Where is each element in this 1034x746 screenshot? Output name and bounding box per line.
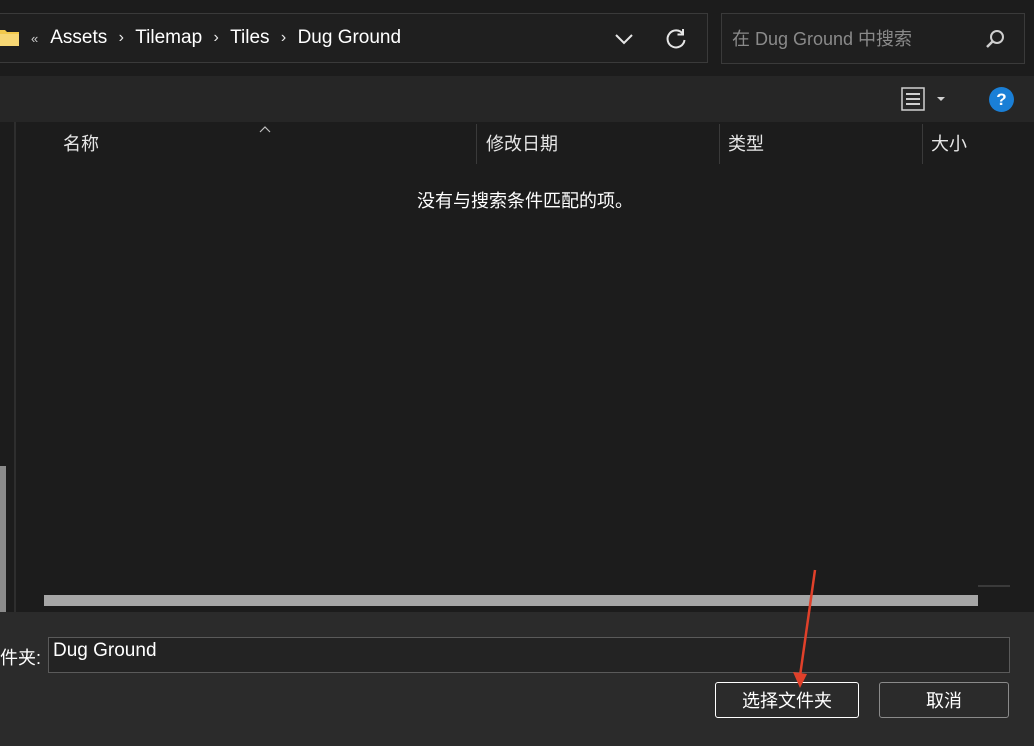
breadcrumb-item-tilemap[interactable]: Tilemap bbox=[135, 27, 202, 49]
column-header-size-label: 大小 bbox=[931, 134, 967, 154]
horizontal-scrollbar-thumb[interactable] bbox=[44, 595, 978, 606]
address-toolbar: « Assets › Tilemap › Tiles › Dug Ground bbox=[0, 0, 1034, 76]
column-header-name[interactable]: 名称 bbox=[63, 132, 99, 172]
help-icon[interactable]: ? bbox=[989, 87, 1014, 112]
breadcrumb-separator[interactable]: › bbox=[111, 29, 131, 47]
list-view-icon[interactable] bbox=[900, 86, 952, 112]
cancel-button[interactable]: 取消 bbox=[879, 682, 1009, 718]
breadcrumb-separator[interactable]: › bbox=[206, 29, 226, 47]
empty-list-message: 没有与搜索条件匹配的项。 bbox=[417, 191, 633, 211]
column-header-name-label: 名称 bbox=[63, 134, 99, 154]
column-divider[interactable] bbox=[719, 124, 720, 164]
column-divider[interactable] bbox=[476, 124, 477, 164]
column-header-date-modified[interactable]: 修改日期 bbox=[486, 132, 558, 172]
search-box[interactable] bbox=[721, 13, 1025, 64]
sort-up-icon bbox=[259, 126, 271, 133]
folder-label: 件夹: bbox=[0, 648, 42, 668]
breadcrumb-item-dug-ground[interactable]: Dug Ground bbox=[298, 27, 402, 49]
column-header-type[interactable]: 类型 bbox=[728, 132, 764, 172]
horizontal-scrollbar[interactable] bbox=[44, 595, 978, 606]
breadcrumb-separator[interactable]: › bbox=[274, 29, 294, 47]
column-divider[interactable] bbox=[922, 124, 923, 164]
search-input[interactable] bbox=[730, 24, 974, 54]
navigation-pane[interactable] bbox=[0, 122, 14, 684]
breadcrumb-item-assets[interactable]: Assets bbox=[50, 27, 107, 49]
breadcrumb: « Assets › Tilemap › Tiles › Dug Ground bbox=[31, 14, 401, 62]
breadcrumb-overflow[interactable]: « bbox=[31, 31, 38, 46]
select-folder-button[interactable]: 选择文件夹 bbox=[715, 682, 859, 718]
breadcrumb-item-tiles[interactable]: Tiles bbox=[230, 27, 269, 49]
folder-name-input[interactable] bbox=[48, 637, 1010, 673]
column-header-size[interactable]: 大小 bbox=[931, 132, 967, 172]
chevron-down-icon[interactable] bbox=[611, 26, 637, 52]
column-header-date-label: 修改日期 bbox=[486, 134, 558, 154]
refresh-icon[interactable] bbox=[663, 26, 689, 52]
dialog-footer: 件夹: 选择文件夹 取消 bbox=[0, 612, 1034, 746]
folder-icon bbox=[0, 30, 19, 46]
command-bar bbox=[0, 76, 1034, 122]
column-header-type-label: 类型 bbox=[728, 134, 764, 154]
scrollbar-corner bbox=[978, 585, 1010, 587]
search-icon[interactable] bbox=[984, 28, 1006, 50]
address-bar[interactable]: « Assets › Tilemap › Tiles › Dug Ground bbox=[0, 13, 708, 63]
file-list[interactable]: 名称 修改日期 类型 大小 没有与搜索条件匹配的项。 bbox=[16, 122, 1034, 612]
